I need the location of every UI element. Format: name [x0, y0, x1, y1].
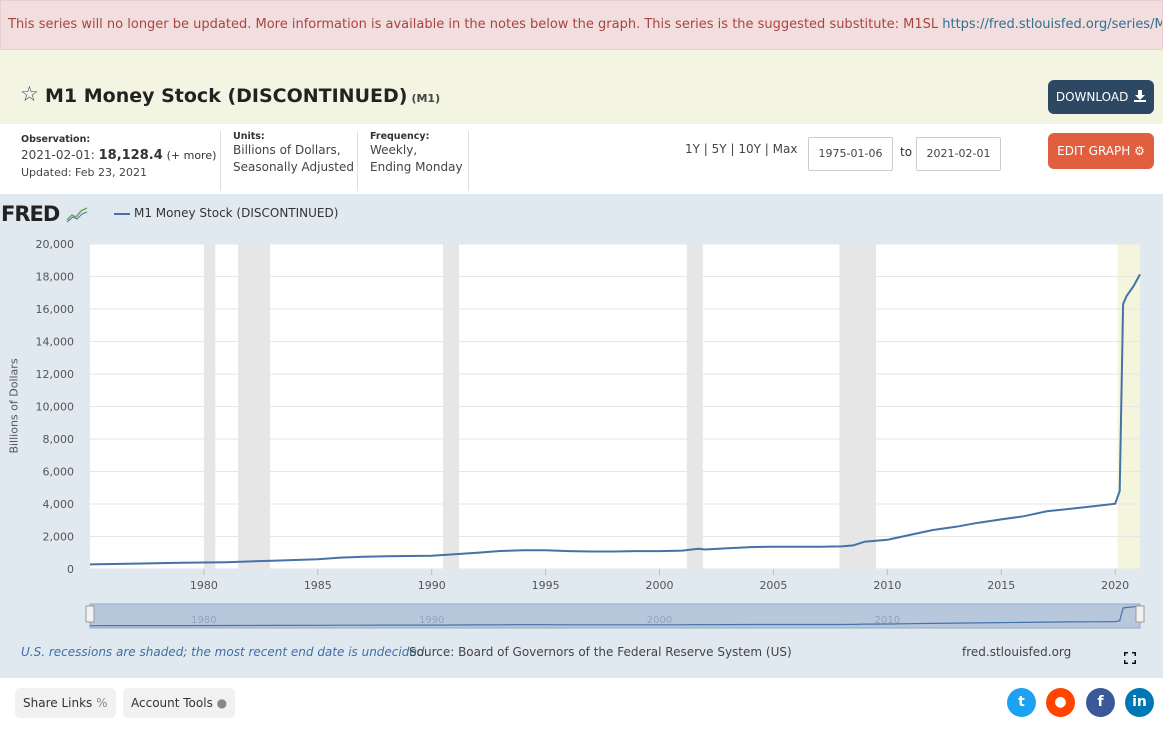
- y-tick-label: 16,000: [36, 303, 75, 316]
- source-note: Source: Board of Governors of the Federa…: [409, 645, 792, 659]
- y-tick-label: 14,000: [36, 336, 75, 349]
- share-links-label: Share Links: [23, 696, 93, 710]
- linkedin-icon[interactable]: in: [1125, 688, 1154, 717]
- x-tick-label: 2010: [873, 579, 901, 592]
- user-icon: ●: [216, 696, 228, 710]
- y-tick-label: 18,000: [36, 271, 75, 284]
- share-links-button[interactable]: Share Links %: [15, 688, 116, 718]
- x-tick-label: 2015: [987, 579, 1015, 592]
- y-tick-label: 8,000: [43, 433, 75, 446]
- y-tick-label: 20,000: [36, 238, 75, 251]
- link-icon: %: [96, 696, 108, 710]
- navigator-tick-label: 2000: [647, 615, 672, 626]
- account-tools-button[interactable]: Account Tools ●: [123, 688, 236, 718]
- y-tick-label: 12,000: [36, 368, 75, 381]
- x-tick-label: 2005: [759, 579, 787, 592]
- navigator-tick-label: 1990: [419, 615, 444, 626]
- reddit-icon[interactable]: ●: [1046, 688, 1075, 717]
- site-link[interactable]: fred.stlouisfed.org: [962, 645, 1071, 659]
- account-tools-label: Account Tools: [131, 696, 213, 710]
- x-tick-label: 1990: [418, 579, 446, 592]
- navigator-tick-label: 2010: [875, 615, 900, 626]
- y-tick-label: 0: [67, 563, 74, 576]
- y-tick-label: 10,000: [36, 401, 75, 414]
- y-tick-label: 6,000: [43, 466, 75, 479]
- x-tick-label: 2000: [646, 579, 674, 592]
- facebook-icon[interactable]: f: [1086, 688, 1115, 717]
- navigator-handle[interactable]: [85, 605, 95, 623]
- recession-note: U.S. recessions are shaded; the most rec…: [21, 645, 429, 659]
- y-tick-label: 4,000: [43, 498, 75, 511]
- x-tick-label: 2020: [1101, 579, 1129, 592]
- chart-plot: 0 2,000 4,000 6,000 8,000 10,000 12,000 14,000 1…: [36, 238, 1145, 629]
- x-tick-label: 1995: [532, 579, 560, 592]
- navigator-tick-label: 1980: [191, 615, 216, 626]
- x-tick-label: 1985: [304, 579, 332, 592]
- y-tick-label: 2,000: [43, 531, 75, 544]
- x-tick-label: 1980: [190, 579, 218, 592]
- twitter-icon[interactable]: t: [1007, 688, 1036, 717]
- navigator-handle[interactable]: [1135, 605, 1145, 623]
- fullscreen-icon[interactable]: [1124, 652, 1136, 664]
